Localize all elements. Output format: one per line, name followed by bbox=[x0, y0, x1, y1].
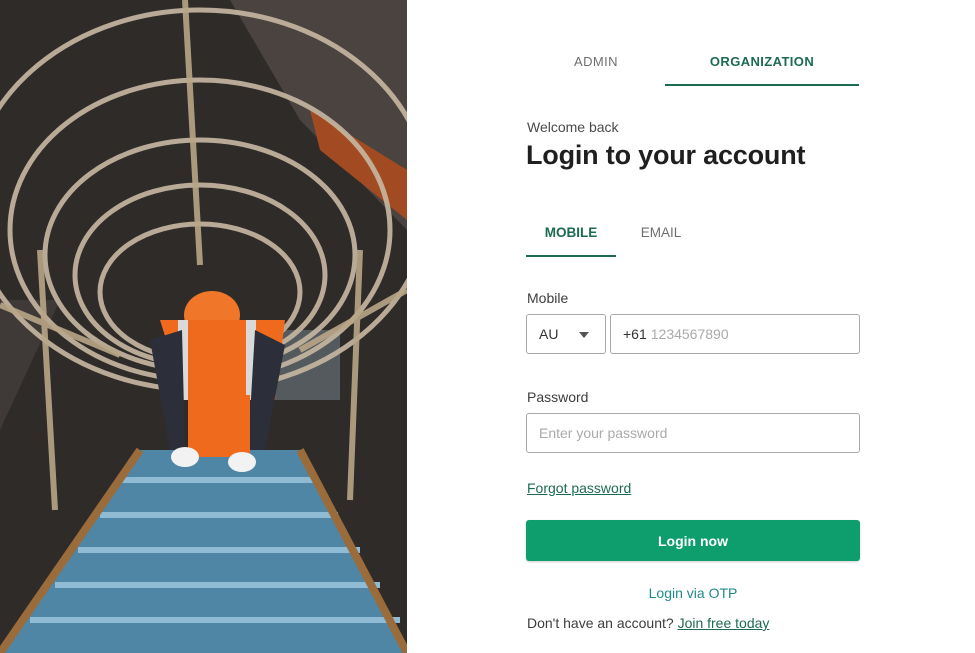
mobile-input[interactable] bbox=[650, 326, 831, 342]
tab-organization[interactable]: ORGANIZATION bbox=[665, 48, 859, 86]
signup-text: Don't have an account? bbox=[527, 615, 674, 631]
login-otp-link[interactable]: Login via OTP bbox=[526, 585, 860, 601]
login-button[interactable]: Login now bbox=[526, 520, 860, 561]
mobile-label: Mobile bbox=[527, 290, 569, 306]
chevron-down-icon bbox=[579, 332, 589, 338]
tab-mobile[interactable]: MOBILE bbox=[526, 218, 616, 257]
tab-email[interactable]: EMAIL bbox=[616, 218, 706, 257]
join-link[interactable]: Join free today bbox=[678, 615, 770, 631]
password-field[interactable] bbox=[526, 413, 860, 453]
welcome-text: Welcome back bbox=[527, 119, 619, 135]
phone-prefix: +61 bbox=[623, 326, 647, 342]
country-select[interactable]: AU bbox=[526, 314, 606, 354]
forgot-password-link[interactable]: Forgot password bbox=[527, 480, 631, 496]
page-title: Login to your account bbox=[526, 140, 806, 170]
hero-illustration bbox=[0, 0, 407, 653]
tab-admin[interactable]: ADMIN bbox=[527, 48, 665, 86]
hero-photo bbox=[0, 0, 407, 653]
country-value: AU bbox=[539, 326, 559, 342]
mobile-field[interactable]: +61 bbox=[610, 314, 860, 354]
login-method-tabs: MOBILE EMAIL bbox=[526, 218, 866, 258]
signup-prompt: Don't have an account? Join free today bbox=[527, 615, 769, 631]
login-panel: ADMIN ORGANIZATION Welcome back Login to… bbox=[407, 0, 975, 653]
password-label: Password bbox=[527, 389, 589, 405]
role-tabs: ADMIN ORGANIZATION bbox=[527, 48, 859, 86]
